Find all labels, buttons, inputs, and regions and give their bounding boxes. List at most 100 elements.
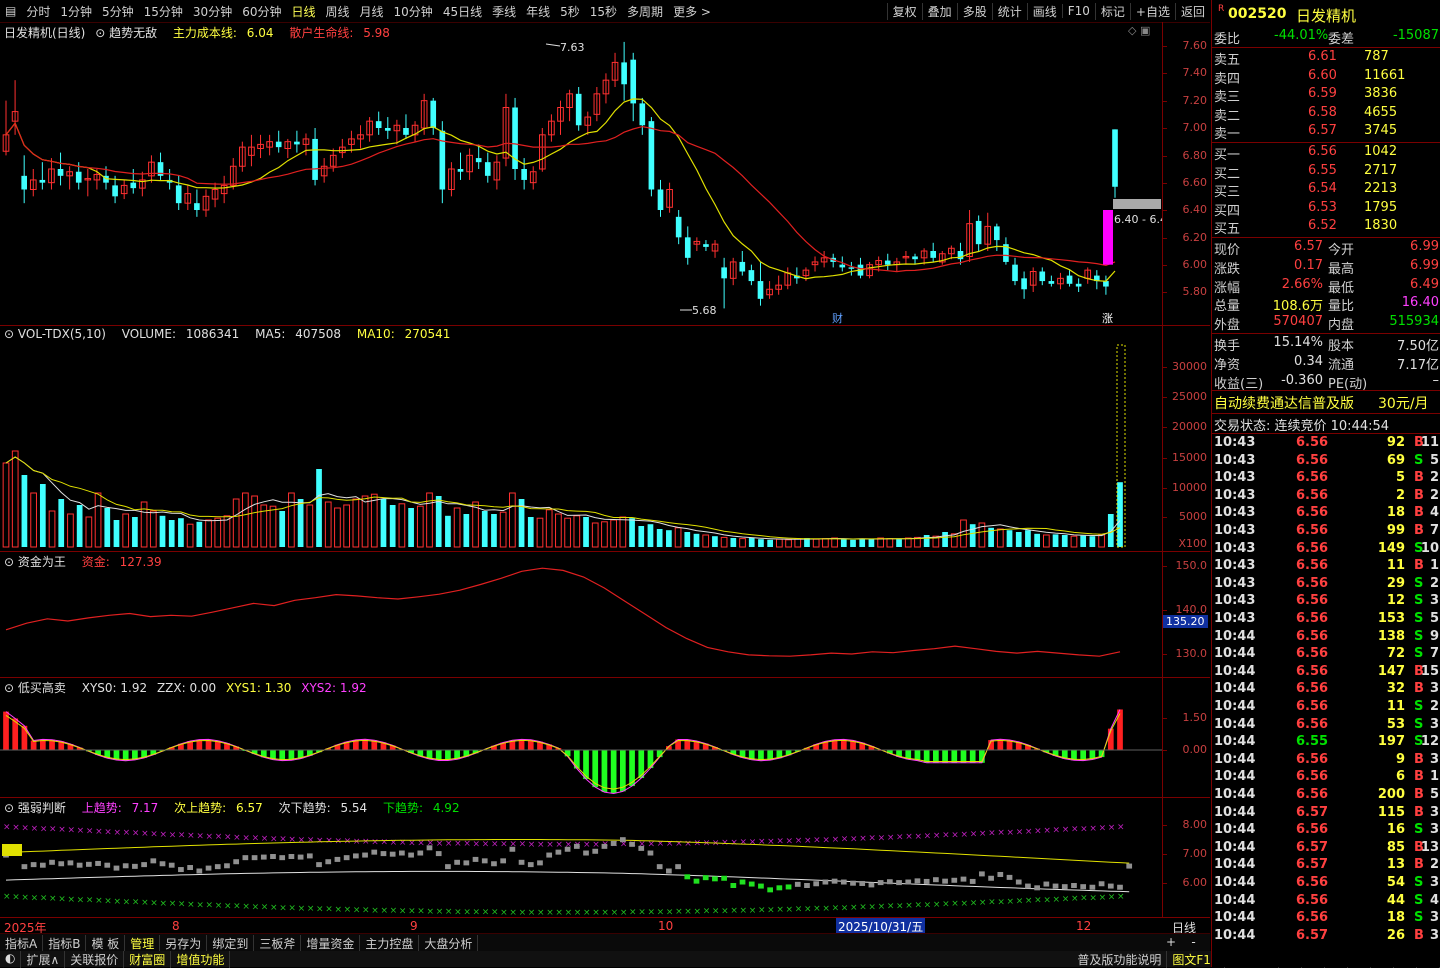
tick-volume: 54 [1386, 875, 1405, 890]
period-tab[interactable]: 多周期 [622, 3, 668, 20]
period-tab[interactable]: 60分钟 [237, 3, 286, 20]
toolbar-button[interactable]: 返回 [1174, 2, 1210, 20]
strength-block [21, 864, 28, 870]
toolbar-button[interactable]: 画线 [1026, 2, 1062, 20]
indicator-tab[interactable]: 模 板 [86, 934, 126, 952]
period-tab[interactable]: 15分钟 [139, 3, 188, 20]
volume-bar [324, 501, 332, 548]
indicator-tab[interactable]: 主力控盘 [360, 934, 420, 952]
tick-price: 6.57 [1296, 839, 1329, 855]
candle-body [175, 185, 182, 204]
book-level-label: 买五 [1214, 222, 1241, 238]
r-icon: R [1218, 4, 1225, 14]
indicator-tab[interactable]: 另存为 [160, 934, 208, 952]
down-trend-mark: × [399, 906, 407, 916]
period-tab[interactable]: 45日线 [438, 3, 487, 20]
down-trend-mark: × [528, 908, 536, 917]
toolbar-button[interactable]: 复权 [886, 2, 922, 20]
indicator-tab[interactable]: 增量资金 [301, 934, 361, 952]
volume-chart [2, 344, 1126, 548]
strength-block [537, 860, 543, 866]
toolbar-button[interactable]: 统计 [991, 2, 1027, 20]
down-trend-mark: × [215, 901, 223, 911]
promo-row[interactable]: 自动续费通达信普及版 30元/月 [1212, 393, 1440, 413]
down-trend-mark: × [647, 908, 655, 917]
tick-side: B [1414, 487, 1424, 503]
up-trend-mark: × [970, 829, 978, 839]
tick-row: 10:43 6.56 153 S 5 [1212, 611, 1440, 629]
tick-side: S [1414, 822, 1424, 838]
period-tab[interactable]: 分时 [21, 3, 55, 20]
stat-value-1: -0.360 [1281, 372, 1323, 388]
period-tab[interactable]: 15秒 [585, 3, 622, 20]
promo-text[interactable]: 自动续费通达信普及版 [1214, 393, 1354, 413]
strength-block [721, 875, 727, 881]
up-trend-mark: × [31, 824, 39, 834]
toolbar-button[interactable]: F10 [1061, 4, 1095, 18]
up-trend-mark: × [104, 827, 112, 837]
down-trend-mark: × [95, 896, 103, 906]
indicator-tab[interactable]: 绑定到 [207, 934, 255, 952]
candle-body [684, 237, 691, 258]
indicator-tab[interactable]: 管理 [125, 934, 161, 952]
book-volume: 2717 [1364, 162, 1398, 178]
status-tab[interactable]: 关联报价 [65, 950, 125, 968]
candle-body [1039, 271, 1046, 282]
strength-block [573, 843, 580, 849]
volume-bar [950, 533, 958, 548]
down-trend-mark: × [868, 902, 876, 912]
period-tab[interactable]: 5分钟 [97, 3, 139, 20]
strength-block [113, 865, 120, 871]
strength-block [592, 848, 599, 854]
down-trend-mark: × [776, 905, 784, 915]
volume-bar [463, 514, 470, 547]
promo-price[interactable]: 30元/月 [1378, 393, 1429, 413]
period-tab[interactable]: 10分钟 [389, 3, 438, 20]
toolbar-menu-icon[interactable]: ▤ [0, 4, 21, 18]
period-tab[interactable]: 年线 [521, 3, 555, 20]
status-tab[interactable]: 财富圈 [124, 950, 172, 968]
down-trend-mark: × [675, 907, 683, 917]
add-panel-button[interactable]: + - [1166, 935, 1196, 949]
strength-block [905, 879, 912, 885]
finance-marker[interactable]: 财 [832, 311, 843, 325]
period-tab[interactable]: 季线 [487, 3, 521, 20]
strength-block [886, 879, 893, 885]
down-trend-mark: × [104, 897, 112, 907]
volume-bar [168, 520, 175, 547]
status-tab[interactable]: 增值功能 [171, 950, 231, 968]
limit-up-marker[interactable]: 涨 [1102, 312, 1113, 325]
toolbar-button[interactable]: 标记 [1094, 2, 1130, 20]
toolbar-button[interactable]: 叠加 [921, 2, 957, 20]
indicator-tab[interactable]: 三板斧 [254, 934, 302, 952]
period-tab[interactable]: 5秒 [555, 3, 585, 20]
toolbar-button[interactable]: +自选 [1129, 2, 1175, 20]
period-tab[interactable]: 更多 > [668, 3, 716, 20]
tick-count: 3 [1429, 593, 1439, 609]
period-tab[interactable]: 30分钟 [188, 3, 237, 20]
strength-block [748, 881, 755, 887]
status-right-button[interactable]: 普及版功能说明 [1072, 950, 1168, 968]
tick-time: 10:44 [1214, 646, 1256, 662]
toolbar-button[interactable]: 多股 [956, 2, 992, 20]
up-trend-mark: × [1071, 825, 1079, 835]
volume-bar [693, 533, 700, 547]
strength-block [840, 879, 847, 885]
indicator-tab[interactable]: 指标B [43, 934, 87, 952]
strength-block [822, 879, 829, 885]
toggle-icon[interactable]: ◐ [0, 950, 22, 968]
up-trend-mark: × [1034, 826, 1042, 836]
period-tab[interactable]: 月线 [355, 3, 389, 20]
indicator-tab[interactable]: 大盘分析 [419, 934, 479, 952]
up-trend-mark: × [546, 840, 554, 850]
up-trend-mark: × [960, 830, 968, 840]
indicator-tab[interactable]: 指标A [0, 934, 44, 952]
period-tab[interactable]: 1分钟 [55, 3, 97, 20]
status-tab[interactable]: 扩展∧ [21, 950, 66, 968]
down-trend-mark: × [334, 905, 342, 915]
period-tab[interactable]: 周线 [321, 3, 355, 20]
period-tab[interactable]: 日线 [286, 3, 320, 20]
down-trend-mark: × [298, 904, 306, 914]
vol-unit: X100 [1178, 537, 1207, 550]
candle-body [312, 138, 318, 180]
